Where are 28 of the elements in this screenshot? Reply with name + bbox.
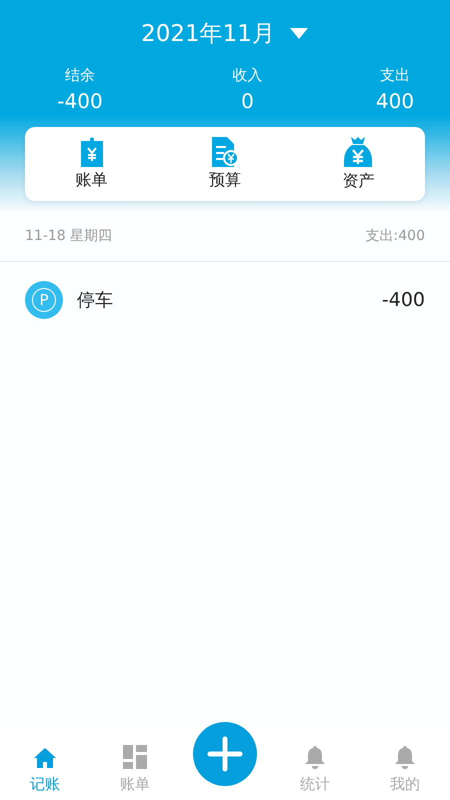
bell-icon (394, 745, 416, 769)
summary-value: -400 (57, 89, 103, 113)
summary-label: 支出 (380, 66, 410, 85)
entry-amount: -400 (382, 289, 425, 311)
summary-value: 400 (376, 89, 414, 113)
shortcut-button[interactable]: 账单 (46, 137, 137, 191)
day-total: 支出:400 (366, 227, 425, 245)
day-date: 11-18 星期四 (25, 227, 112, 245)
shortcut-button[interactable]: 资产 (313, 136, 404, 192)
receipt-icon (80, 137, 104, 167)
summary-value: 0 (241, 89, 254, 113)
caret-icon[interactable] (288, 26, 309, 40)
plus-icon (207, 736, 243, 772)
nav-tab[interactable]: 账单 (120, 745, 150, 794)
month-selector[interactable]: 2021年11月 (141, 18, 275, 48)
summary-label: 结余 (65, 66, 95, 85)
bell-icon (304, 745, 326, 769)
shortcut-button[interactable]: 预算 (180, 137, 270, 191)
nav-tab[interactable]: 记账 (30, 747, 60, 794)
summary-label: 收入 (232, 66, 262, 85)
nav-tab[interactable]: 统计 (300, 745, 330, 794)
home-icon (33, 747, 57, 769)
parking-icon: P (25, 281, 63, 319)
document-icon (210, 137, 239, 167)
entry-name: 停车 (77, 289, 114, 312)
nav-tab[interactable]: 我的 (390, 745, 420, 794)
grid-icon (123, 745, 147, 769)
money-bag-icon (343, 136, 374, 168)
